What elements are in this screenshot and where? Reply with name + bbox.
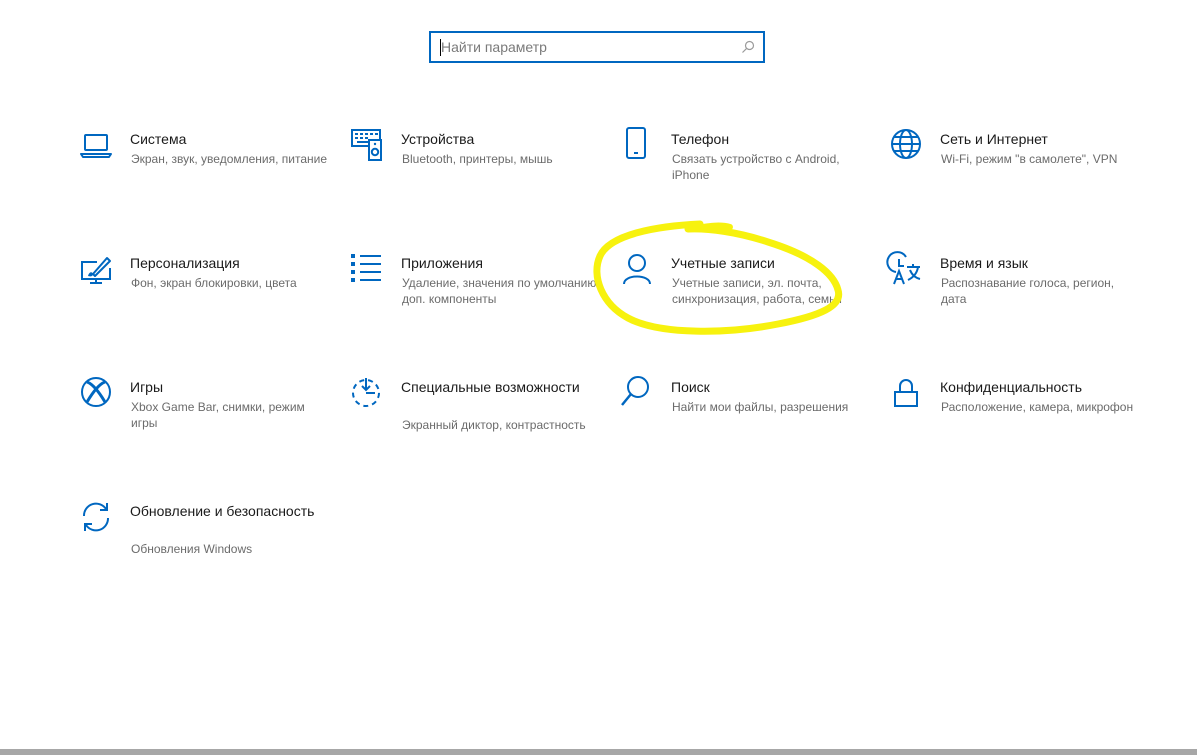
tile-time-language[interactable]: Время и язык Распознавание голоса, регио…: [886, 251, 1140, 344]
window-bottom-edge: [0, 749, 1197, 755]
tile-title: Поиск: [671, 379, 710, 395]
clock-language-icon: [886, 251, 924, 288]
tile-update-security[interactable]: Обновление и безопасность Обновления Win…: [80, 502, 330, 592]
tile-title: Учетные записи: [671, 255, 775, 271]
tile-description: Связать устройство с Android, iPhone: [672, 152, 840, 182]
tile-description: Wi-Fi, режим "в самолете", VPN: [941, 152, 1118, 166]
phone-icon: [621, 127, 655, 164]
tile-devices[interactable]: Устройства Bluetooth, принтеры, мышь: [351, 129, 601, 220]
globe-icon: [890, 129, 924, 164]
tile-accounts[interactable]: Учетные записи Учетные записи, эл. почта…: [621, 254, 871, 344]
tile-title: Игры: [130, 379, 164, 395]
tile-personalization[interactable]: Персонализация Фон, экран блокировки, цв…: [80, 254, 330, 344]
tile-description: Расположение, камера, микрофон: [941, 400, 1134, 414]
keyboard-speaker-icon: [351, 129, 385, 164]
tile-description: Экранный диктор, контрастность: [402, 418, 586, 432]
tile-description: Обновления Windows: [131, 542, 253, 556]
tile-description: Учетные записи, эл. почта, синхронизация…: [672, 276, 842, 306]
tile-title: Телефон: [671, 131, 730, 147]
tile-description: Распознавание голоса, регион, дата: [941, 276, 1115, 306]
xbox-icon: [80, 377, 114, 412]
search-input[interactable]: [441, 37, 731, 57]
tile-description: Фон, экран блокировки, цвета: [131, 276, 297, 290]
tile-title: Приложения: [401, 255, 483, 271]
tile-description: Xbox Game Bar, снимки, режим игры: [131, 400, 305, 430]
tile-network[interactable]: Сеть и Интернет Wi-Fi, режим "в самолете…: [890, 129, 1140, 220]
apps-list-icon: [351, 254, 385, 288]
tile-search[interactable]: Поиск Найти мои файлы, разрешения: [621, 376, 871, 468]
tile-title: Персонализация: [130, 255, 240, 271]
tile-title: Специальные возможности: [401, 379, 580, 395]
tile-description: Bluetooth, принтеры, мышь: [402, 152, 553, 166]
tile-title: Система: [130, 131, 187, 147]
search-icon: [742, 40, 755, 53]
tile-title: Конфиденциальность: [940, 379, 1083, 395]
tile-title: Устройства: [401, 131, 475, 147]
lock-icon: [890, 378, 924, 412]
search-box[interactable]: [429, 31, 765, 63]
sync-arrows-icon: [80, 502, 114, 536]
tile-system[interactable]: Система Экран, звук, уведомления, питани…: [80, 130, 330, 220]
tile-gaming[interactable]: Игры Xbox Game Bar, снимки, режим игры: [80, 377, 330, 468]
tile-apps[interactable]: Приложения Удаление, значения по умолчан…: [351, 254, 601, 344]
tile-title: Обновление и безопасность: [130, 503, 315, 519]
accessibility-timer-icon: [351, 378, 385, 412]
tile-description: Найти мои файлы, разрешения: [672, 400, 849, 414]
magnifier-icon: [621, 376, 655, 412]
tile-title: Время и язык: [940, 255, 1028, 271]
text-caret: [440, 39, 441, 56]
tile-description: Удаление, значения по умолчанию, доп. ко…: [402, 276, 600, 306]
tile-phone[interactable]: Телефон Связать устройство с Android, iP…: [621, 127, 871, 220]
settings-home: Система Экран, звук, уведомления, питани…: [0, 0, 1197, 755]
person-icon: [621, 254, 655, 288]
tile-privacy[interactable]: Конфиденциальность Расположение, камера,…: [890, 378, 1140, 468]
tile-title: Сеть и Интернет: [940, 131, 1048, 147]
tile-accessibility[interactable]: Специальные возможности Экранный диктор,…: [351, 378, 601, 468]
tile-description: Экран, звук, уведомления, питание: [131, 152, 328, 166]
laptop-icon: [80, 130, 114, 164]
paint-monitor-icon: [80, 254, 114, 288]
